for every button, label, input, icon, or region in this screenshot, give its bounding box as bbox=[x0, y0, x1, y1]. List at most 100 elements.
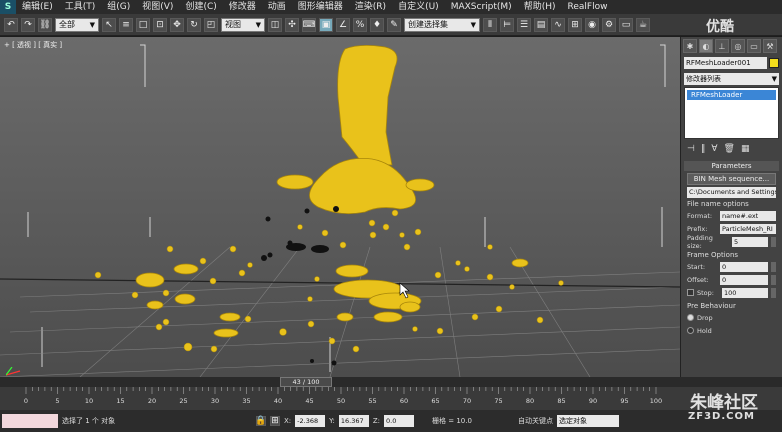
link-icon[interactable]: ⛓ bbox=[38, 17, 52, 32]
remove-modifier-icon[interactable]: 🗑 bbox=[724, 144, 735, 154]
snap-toggle-icon[interactable]: ▣ bbox=[319, 17, 333, 32]
undo-icon[interactable]: ↶ bbox=[4, 17, 18, 32]
start-spinner[interactable] bbox=[771, 261, 776, 272]
frame-options-label: Frame Options bbox=[687, 251, 739, 259]
status-bar: 选择了 1 个 对象 🔒 ⊞ X: -2.368 Y: 16.367 Z: 0.… bbox=[0, 410, 782, 432]
percent-snap-icon[interactable]: % bbox=[353, 17, 367, 32]
render-icon[interactable]: ☕ bbox=[636, 17, 650, 32]
autokey-label[interactable]: 自动关键点 bbox=[488, 416, 553, 426]
parameters-rollout-title[interactable]: Parameters bbox=[684, 161, 779, 171]
maxscript-listener[interactable] bbox=[2, 414, 58, 428]
path-field[interactable]: C:\Documents and Settings bbox=[687, 187, 776, 198]
stop-checkbox[interactable] bbox=[687, 289, 694, 296]
menu-rendering[interactable]: 渲染(R) bbox=[349, 0, 392, 14]
z-coord-field[interactable]: 0.0 bbox=[384, 415, 415, 427]
hierarchy-tab-icon[interactable]: ⊥ bbox=[715, 39, 729, 53]
pivot-center-icon[interactable]: ◫ bbox=[268, 17, 282, 32]
selected-objects-dropdown[interactable]: 选定对象 bbox=[557, 415, 620, 427]
rect-selection-icon[interactable]: □ bbox=[136, 17, 150, 32]
prefix-row: Prefix: ParticleMesh_RI bbox=[687, 223, 776, 234]
redo-icon[interactable]: ↷ bbox=[21, 17, 35, 32]
make-unique-icon[interactable]: ∀ bbox=[711, 144, 717, 154]
rendered-frame-icon[interactable]: ▭ bbox=[619, 17, 633, 32]
create-tab-icon[interactable]: ✱ bbox=[683, 39, 697, 53]
offset-row: Offset: 0 bbox=[687, 274, 776, 285]
chevron-down-icon: ▼ bbox=[470, 20, 476, 29]
padding-input[interactable]: 5 bbox=[732, 236, 768, 247]
menu-views[interactable]: 视图(V) bbox=[136, 0, 179, 14]
padding-spinner[interactable] bbox=[771, 236, 776, 247]
reference-coord-dropdown[interactable]: 视图 ▼ bbox=[221, 17, 265, 32]
bin-mesh-sequence-button[interactable]: BIN Mesh sequence... bbox=[687, 173, 776, 185]
menu-tools[interactable]: 工具(T) bbox=[59, 0, 102, 14]
lock-icon[interactable]: 🔒 bbox=[255, 416, 267, 426]
format-label: Format: bbox=[687, 211, 713, 220]
select-by-name-icon[interactable]: ≡ bbox=[119, 17, 133, 32]
start-input[interactable]: 0 bbox=[720, 261, 768, 272]
layer-manager-icon[interactable]: ☰ bbox=[517, 17, 531, 32]
padding-row: Padding size: 5 bbox=[687, 234, 776, 250]
offset-label: Offset: bbox=[687, 275, 709, 284]
keyboard-shortcut-icon[interactable]: ⌨ bbox=[302, 17, 316, 32]
motion-tab-icon[interactable]: ◎ bbox=[731, 39, 745, 53]
menu-graph-editors[interactable]: 图形编辑器 bbox=[292, 0, 349, 14]
rotate-icon[interactable]: ↻ bbox=[187, 17, 201, 32]
menu-edit[interactable]: 编辑(E) bbox=[16, 0, 59, 14]
stop-spinner[interactable] bbox=[771, 287, 776, 298]
modifier-stack-item[interactable]: RFMeshLoader bbox=[687, 90, 776, 100]
selection-filter-dropdown[interactable]: 全部 ▼ bbox=[55, 17, 99, 32]
menu-modifiers[interactable]: 修改器 bbox=[223, 0, 262, 14]
stop-input[interactable]: 100 bbox=[722, 287, 768, 298]
utilities-tab-icon[interactable]: ⚒ bbox=[763, 39, 777, 53]
offset-spinner[interactable] bbox=[771, 274, 776, 285]
chevron-down-icon: ▼ bbox=[771, 75, 777, 83]
select-manipulate-icon[interactable]: ✣ bbox=[285, 17, 299, 32]
mirror-icon[interactable]: ⫴ bbox=[483, 17, 497, 32]
select-object-icon[interactable]: ↖ bbox=[102, 17, 116, 32]
menu-realflow[interactable]: RealFlow bbox=[561, 0, 613, 14]
trackbar-tick-label: 95 bbox=[620, 397, 628, 405]
menu-customize[interactable]: 自定义(U) bbox=[392, 0, 445, 14]
align-icon[interactable]: ⊨ bbox=[500, 17, 514, 32]
time-slider-track[interactable]: 43 / 100 bbox=[0, 377, 782, 387]
viewport-label[interactable]: + [ 透视 ] [ 真实 ] bbox=[4, 40, 62, 50]
trackbar[interactable]: 0 5 10 15 20 25 30 35 40 45 50 55 60 65 70 75 80 85 90 95 10… bbox=[0, 387, 782, 410]
curve-editor-icon[interactable]: ∿ bbox=[551, 17, 565, 32]
modify-tab-icon[interactable]: ◐ bbox=[699, 39, 713, 53]
format-dropdown[interactable]: name#.ext bbox=[720, 210, 776, 221]
menu-group[interactable]: 组(G) bbox=[101, 0, 136, 14]
schematic-view-icon[interactable]: ⊞ bbox=[568, 17, 582, 32]
display-tab-icon[interactable]: ▭ bbox=[747, 39, 761, 53]
pin-stack-icon[interactable]: ⊣ bbox=[687, 144, 695, 154]
trackbar-tick-label: 5 bbox=[55, 397, 59, 405]
edit-named-selection-icon[interactable]: ✎ bbox=[387, 17, 401, 32]
menu-maxscript[interactable]: MAXScript(M) bbox=[445, 0, 518, 14]
menu-create[interactable]: 创建(C) bbox=[179, 0, 222, 14]
absolute-mode-icon[interactable]: ⊞ bbox=[270, 416, 280, 426]
named-selection-dropdown[interactable]: 创建选择集 ▼ bbox=[404, 17, 480, 32]
object-color-swatch[interactable] bbox=[769, 58, 779, 68]
prefix-input[interactable]: ParticleMesh_RI bbox=[720, 223, 776, 234]
spinner-snap-icon[interactable]: ♦ bbox=[370, 17, 384, 32]
modifier-list-dropdown[interactable]: 修改器列表 ▼ bbox=[684, 73, 779, 85]
scale-icon[interactable]: ◰ bbox=[204, 17, 218, 32]
configure-sets-icon[interactable]: ▦ bbox=[741, 144, 750, 154]
menu-animation[interactable]: 动画 bbox=[262, 0, 292, 14]
menu-help[interactable]: 帮助(H) bbox=[518, 0, 562, 14]
offset-input[interactable]: 0 bbox=[720, 274, 768, 285]
window-crossing-icon[interactable]: ⊡ bbox=[153, 17, 167, 32]
graphite-tools-icon[interactable]: ▤ bbox=[534, 17, 548, 32]
show-end-result-icon[interactable]: ‖ bbox=[701, 144, 706, 154]
perspective-viewport[interactable]: + [ 透视 ] [ 真实 ] bbox=[0, 37, 680, 377]
app-menu-icon[interactable]: S bbox=[0, 0, 16, 14]
material-editor-icon[interactable]: ◉ bbox=[585, 17, 599, 32]
move-icon[interactable]: ✥ bbox=[170, 17, 184, 32]
angle-snap-icon[interactable]: ∠ bbox=[336, 17, 350, 32]
time-slider[interactable]: 43 / 100 bbox=[280, 377, 332, 387]
y-coord-field[interactable]: 16.367 bbox=[338, 415, 369, 427]
x-coord-field[interactable]: -2.368 bbox=[295, 415, 326, 427]
hold-radio[interactable] bbox=[687, 327, 694, 334]
object-name-field[interactable]: RFMeshLoader001 bbox=[684, 57, 767, 69]
render-setup-icon[interactable]: ⚙ bbox=[602, 17, 616, 32]
drop-radio[interactable] bbox=[687, 314, 694, 321]
